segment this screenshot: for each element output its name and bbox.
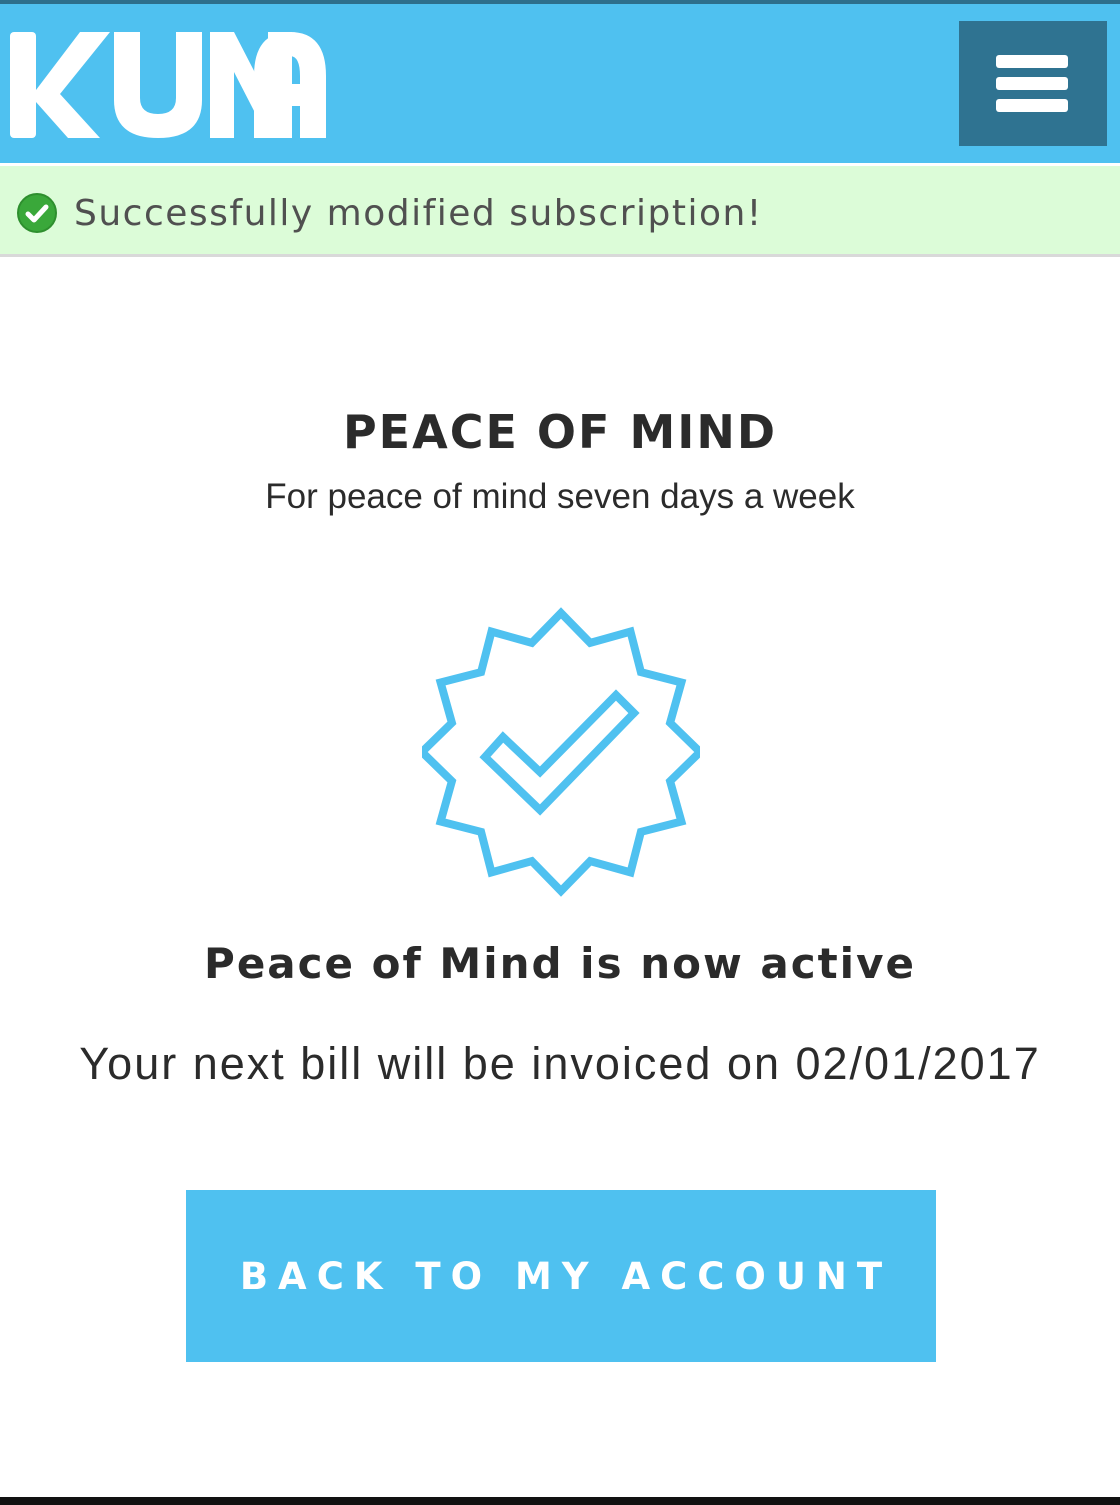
kuna-logo-a: [254, 32, 326, 138]
subscription-status-title: Peace of Mind is now active: [204, 939, 916, 988]
alert-message: Successfully modified subscription!: [74, 193, 763, 234]
back-to-account-button[interactable]: BACK TO MY ACCOUNT: [186, 1190, 936, 1362]
menu-button[interactable]: [959, 21, 1107, 146]
app-header: [0, 4, 1120, 163]
bottom-edge: [0, 1497, 1120, 1505]
plan-title: PEACE OF MIND: [342, 405, 778, 459]
verified-badge-check-icon: [422, 607, 700, 897]
check-circle-icon: [17, 193, 57, 233]
plan-description: For peace of mind seven days a week: [265, 477, 855, 516]
next-bill-date: Your next bill will be invoiced on 02/01…: [79, 1038, 1041, 1089]
